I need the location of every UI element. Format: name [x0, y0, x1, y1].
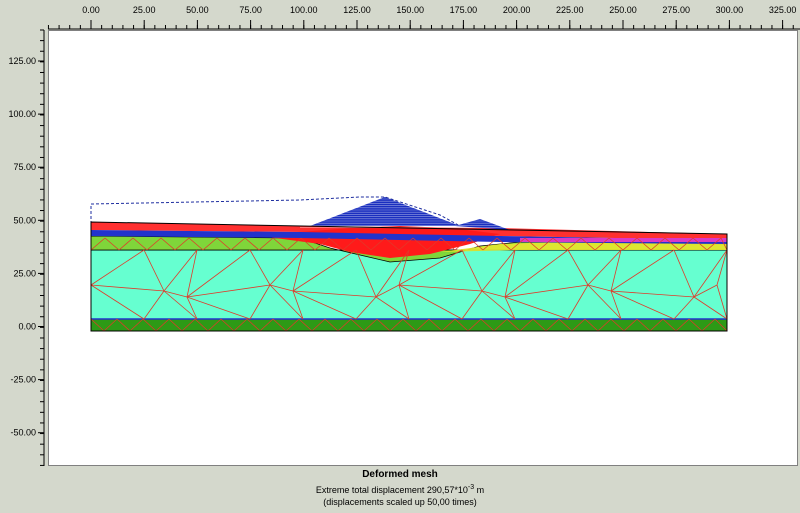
top-ruler-label: 225.00: [556, 5, 584, 15]
left-ruler-label: -50.00: [10, 428, 36, 438]
left-ruler-label: 0.00: [18, 322, 36, 332]
displacement-prefix: Extreme total displacement 290,57*10: [315, 485, 468, 495]
left-ruler-label: 25.00: [13, 268, 36, 278]
deformed-mesh-canvas[interactable]: [48, 30, 798, 466]
top-ruler-label: 75.00: [239, 5, 262, 15]
displacement-unit: m: [474, 485, 485, 495]
top-ruler-label: 175.00: [450, 5, 478, 15]
embankment-group: [300, 197, 520, 230]
top-ruler-label: 50.00: [186, 5, 209, 15]
left-ruler-label: 50.00: [13, 215, 36, 225]
top-ruler-label: 25.00: [133, 5, 156, 15]
scale-note: (displacements scaled up 50,00 times): [323, 497, 477, 507]
top-ruler: 0.00 25.00 50.00 75.00 100.00 125.00 150.00 175…: [47, 5, 800, 30]
left-ruler-label: 125.00: [8, 56, 36, 66]
top-ruler-label: 275.00: [662, 5, 690, 15]
model-geometry: [90, 196, 728, 332]
plot-title: Deformed mesh: [362, 469, 438, 480]
top-ruler-label: 300.00: [716, 5, 744, 15]
top-ruler-label: 150.00: [396, 5, 424, 15]
top-ruler-label: 0.00: [82, 5, 100, 15]
left-ruler-label: 75.00: [13, 162, 36, 172]
plot-caption: Deformed mesh Extreme total displacement…: [0, 468, 800, 508]
displacement-info: Extreme total displacement 290,57*10-3 m: [0, 482, 800, 496]
top-ruler-label: 325.00: [769, 5, 797, 15]
left-ruler-label: 100.00: [8, 109, 36, 119]
left-ruler-label: -25.00: [10, 375, 36, 385]
top-ruler-label: 100.00: [290, 5, 318, 15]
top-ruler-label: 250.00: [609, 5, 637, 15]
left-ruler: 125.00 100.00 75.00 50.00 25.00 0.00 -25.00 -50…: [8, 29, 45, 466]
top-ruler-label: 125.00: [343, 5, 371, 15]
top-ruler-label: 200.00: [503, 5, 531, 15]
